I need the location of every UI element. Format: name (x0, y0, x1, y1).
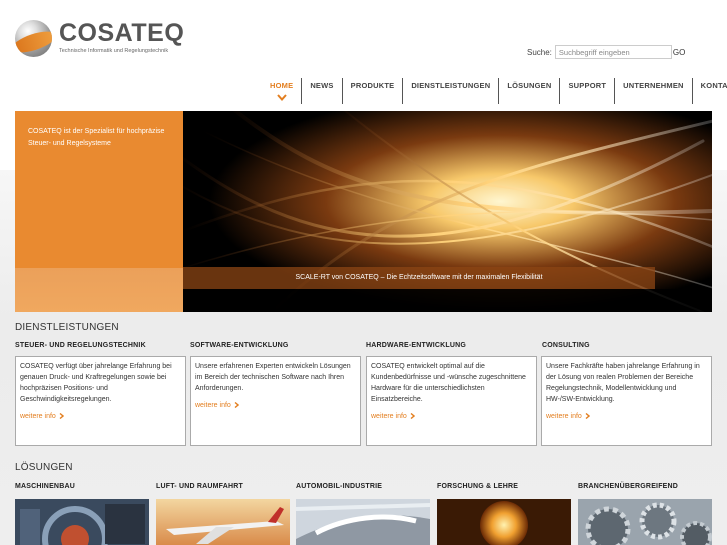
more-info-label: weitere info (546, 413, 582, 420)
service-heading: SOFTWARE-ENTWICKLUNG (190, 342, 289, 349)
service-description: Unsere Fachkräfte haben jahrelange Erfah… (546, 363, 700, 403)
nav-item-home[interactable]: HOME (262, 78, 303, 104)
nav-item-produkte[interactable]: PRODUKTE (343, 78, 404, 104)
chevron-right-icon (59, 413, 64, 419)
solution-heading[interactable]: LUFT- UND RAUMFAHRT (156, 483, 243, 490)
chevron-down-icon (276, 94, 287, 102)
hero-intro-text: COSATEQ ist der Spezialist für hochpräzi… (28, 128, 165, 147)
nav-item-dienstleistungen[interactable]: DIENSTLEISTUNGEN (403, 78, 500, 104)
search-go-button[interactable]: GO (673, 48, 685, 57)
research-image[interactable] (437, 499, 571, 545)
more-info-label: weitere info (371, 413, 407, 420)
chevron-right-icon (234, 402, 239, 408)
search-bar: Suche: GO (527, 45, 685, 59)
nav-item-loesungen[interactable]: LÖSUNGEN (499, 78, 561, 104)
logo-sphere-icon (15, 20, 52, 57)
nav-item-label: HOME (270, 81, 294, 90)
service-heading: HARDWARE-ENTWICKLUNG (366, 342, 467, 349)
nav-item-news[interactable]: NEWS (302, 78, 343, 104)
nav-item-label: PRODUKTE (350, 81, 395, 90)
nav-item-label: DIENSTLEISTUNGEN (411, 81, 491, 90)
brand-name: COSATEQ (59, 19, 185, 47)
chevron-right-icon (410, 413, 415, 419)
nav-item-support[interactable]: SUPPORT (560, 78, 616, 104)
service-description: COSATEQ verfügt über jahrelange Erfahrun… (20, 363, 172, 403)
chevron-right-icon (585, 413, 590, 419)
solutions-title: LÖSUNGEN (15, 462, 73, 473)
nav-item-label: KONTAKT (700, 81, 727, 90)
more-info-link[interactable]: weitere info (546, 413, 590, 420)
nav-item-label: SUPPORT (568, 81, 607, 90)
service-heading: STEUER- UND REGELUNGSTECHNIK (15, 342, 146, 349)
solution-heading[interactable]: BRANCHENÜBERGREIFEND (578, 483, 678, 490)
solution-heading[interactable]: FORSCHUNG & LEHRE (437, 483, 518, 490)
nav-item-label: UNTERNEHMEN (623, 81, 684, 90)
nav-item-label: LÖSUNGEN (507, 81, 552, 90)
automotive-image[interactable] (296, 499, 430, 545)
service-heading: CONSULTING (542, 342, 590, 349)
more-info-label: weitere info (195, 402, 231, 409)
cross-industry-image[interactable] (578, 499, 712, 545)
solution-heading[interactable]: MASCHINENBAU (15, 483, 75, 490)
main-navigation: HOME NEWS PRODUKTE DIENSTLEISTUNGEN LÖSU… (262, 78, 727, 106)
nav-item-unternehmen[interactable]: UNTERNEHMEN (615, 78, 693, 104)
more-info-link[interactable]: weitere info (371, 413, 415, 420)
search-input[interactable] (554, 45, 672, 59)
service-description: COSATEQ entwickelt optimal auf die Kunde… (371, 363, 526, 403)
more-info-link[interactable]: weitere info (195, 402, 239, 409)
more-info-label: weitere info (20, 413, 56, 420)
solution-heading[interactable]: AUTOMOBIL-INDUSTRIE (296, 483, 382, 490)
more-info-link[interactable]: weitere info (20, 413, 64, 420)
hero-banner: COSATEQ ist der Spezialist für hochpräzi… (15, 111, 712, 312)
hero-caption: SCALE-RT von COSATEQ – Die Echtzeitsoftw… (183, 267, 655, 289)
nav-item-label: NEWS (310, 81, 334, 90)
service-card: Unsere Fachkräfte haben jahrelange Erfah… (541, 356, 712, 446)
hero-intro-panel: COSATEQ ist der Spezialist für hochpräzi… (15, 111, 183, 312)
service-description: Unsere erfahrenen Experten entwickeln Lö… (195, 363, 351, 392)
nav-item-kontakt[interactable]: KONTAKT (693, 78, 727, 104)
service-card: Unsere erfahrenen Experten entwickeln Lö… (190, 356, 361, 446)
service-card: COSATEQ verfügt über jahrelange Erfahrun… (15, 356, 186, 446)
search-label: Suche: (527, 47, 552, 57)
machinery-image[interactable] (15, 499, 149, 545)
brand-tagline: Technische Informatik und Regelungstechn… (59, 48, 169, 54)
services-title: DIENSTLEISTUNGEN (15, 322, 119, 333)
service-card: COSATEQ entwickelt optimal auf die Kunde… (366, 356, 537, 446)
hero-light-image[interactable]: SCALE-RT von COSATEQ – Die Echtzeitsoftw… (183, 111, 712, 312)
brand-logo[interactable]: COSATEQ Technische Informatik und Regelu… (15, 20, 190, 60)
aircraft-image[interactable] (156, 499, 290, 545)
